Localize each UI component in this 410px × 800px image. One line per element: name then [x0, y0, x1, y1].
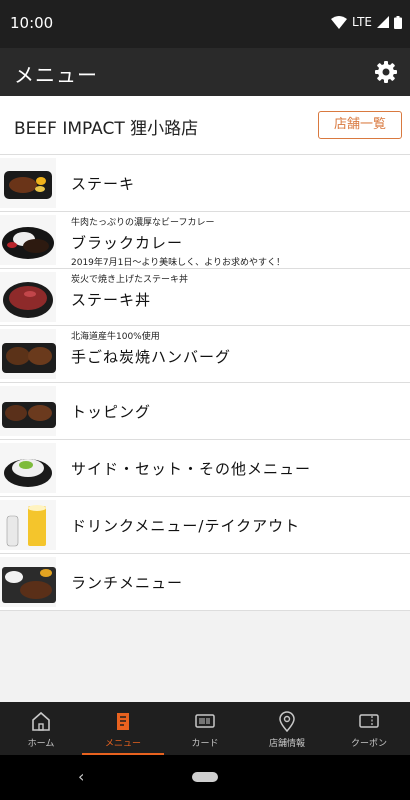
menu-item-label: トッピング — [71, 403, 152, 421]
menu-item-label: サイド・セット・その他メニュー — [71, 460, 312, 478]
nav-card[interactable]: カード — [164, 702, 246, 755]
bottom-navigation: ホーム メニュー カード 店舗情報 クーポン — [0, 702, 410, 755]
menu-item-steak[interactable]: ステーキ — [0, 155, 410, 212]
page-title: メニュー — [14, 63, 98, 87]
menu-item-steak-bowl[interactable]: 炭火で焼き上げたステーキ丼 ステーキ丼 — [0, 269, 410, 326]
drink-thumbnail — [0, 500, 56, 550]
store-header: BEEF IMPACT 狸小路店 店舗一覧 — [0, 96, 410, 155]
back-icon[interactable]: ‹ — [78, 767, 84, 786]
nav-label: 店舗情報 — [268, 739, 305, 749]
wifi-icon — [331, 15, 348, 29]
store-name: BEEF IMPACT 狸小路店 — [14, 119, 199, 139]
menu-item-drink[interactable]: ドリンクメニュー/テイクアウト — [0, 497, 410, 554]
home-pill-button[interactable] — [192, 772, 218, 782]
store-list-button[interactable]: 店舗一覧 — [318, 111, 402, 139]
menu-item-topping[interactable]: トッピング — [0, 383, 410, 440]
gear-icon[interactable] — [374, 60, 398, 84]
nav-menu[interactable]: メニュー — [82, 702, 164, 755]
status-bar: 10:00 LTE — [0, 0, 410, 48]
menu-item-label: ブラックカレー — [71, 234, 184, 252]
card-icon — [195, 714, 215, 728]
menu-item-hamburg[interactable]: 北海道産牛100%使用 手ごね炭焼ハンバーグ — [0, 326, 410, 383]
coupon-icon — [359, 714, 379, 728]
menu-item-black-curry[interactable]: 牛肉たっぷりの濃厚なビーフカレー ブラックカレー 2019年7月1日〜より美味し… — [0, 212, 410, 269]
menu-list: ステーキ 牛肉たっぷりの濃厚なビーフカレー ブラックカレー 2019年7月1日〜… — [0, 155, 410, 611]
nav-home[interactable]: ホーム — [0, 702, 82, 755]
topping-thumbnail — [0, 386, 56, 436]
menu-item-note: 2019年7月1日〜より美味しく、よりお求めやすく！ — [71, 258, 285, 268]
nav-label: カード — [191, 739, 219, 749]
steak-bowl-thumbnail — [0, 272, 56, 322]
menu-item-subtitle: 牛肉たっぷりの濃厚なビーフカレー — [71, 218, 215, 228]
lunch-thumbnail — [0, 557, 56, 607]
network-type: LTE — [352, 15, 372, 29]
steak-thumbnail — [0, 158, 56, 208]
menu-item-label: ステーキ丼 — [71, 291, 152, 309]
side-set-thumbnail — [0, 443, 56, 493]
location-pin-icon — [279, 711, 295, 732]
menu-book-icon — [117, 713, 129, 730]
home-icon — [32, 711, 50, 731]
app-bar: メニュー — [0, 48, 410, 96]
menu-item-label: ドリンクメニュー/テイクアウト — [71, 517, 301, 535]
menu-item-subtitle: 北海道産牛100%使用 — [71, 332, 160, 342]
battery-icon — [394, 15, 402, 29]
menu-item-label: ステーキ — [71, 175, 136, 193]
menu-item-subtitle: 炭火で焼き上げたステーキ丼 — [71, 275, 189, 285]
status-icons: LTE — [331, 15, 402, 29]
nav-label: クーポン — [350, 739, 387, 749]
nav-label: メニュー — [104, 739, 141, 749]
signal-icon — [377, 16, 389, 28]
hamburg-thumbnail — [0, 329, 56, 379]
nav-label: ホーム — [27, 739, 55, 749]
menu-item-side-set[interactable]: サイド・セット・その他メニュー — [0, 440, 410, 497]
menu-item-label: ランチメニュー — [71, 574, 184, 592]
status-time: 10:00 — [10, 14, 54, 32]
nav-coupon[interactable]: クーポン — [328, 702, 410, 755]
system-navigation-bar: ‹ — [0, 755, 410, 800]
black-curry-thumbnail — [0, 215, 56, 265]
menu-item-lunch[interactable]: ランチメニュー — [0, 554, 410, 611]
nav-store-info[interactable]: 店舗情報 — [246, 702, 328, 755]
menu-item-label: 手ごね炭焼ハンバーグ — [71, 348, 232, 366]
